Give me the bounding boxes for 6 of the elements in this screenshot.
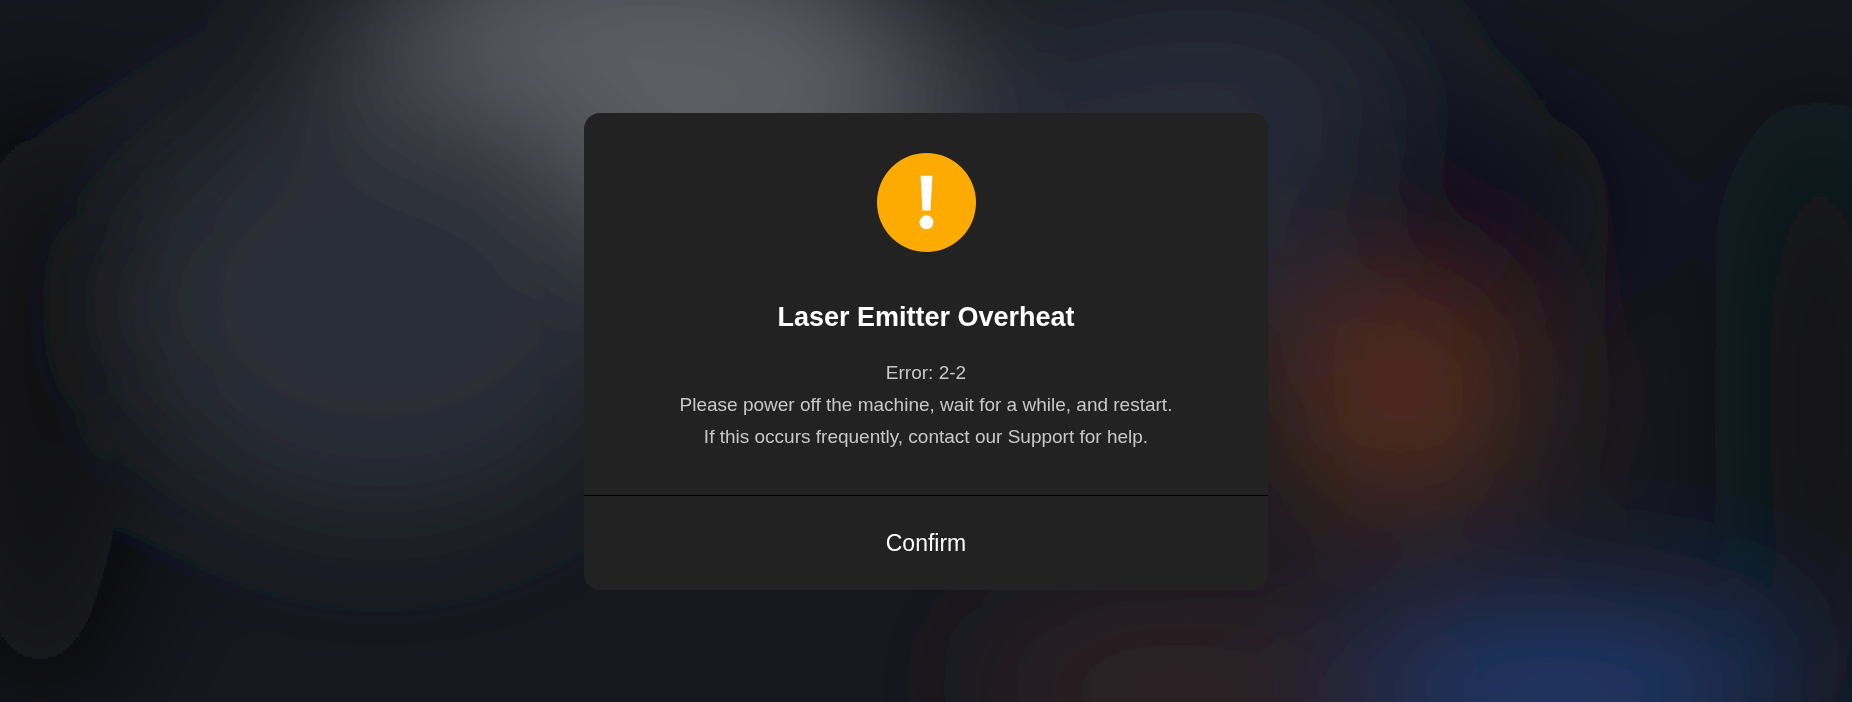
confirm-button[interactable]: Confirm — [584, 496, 1268, 590]
message-line: Error: 2-2 — [885, 361, 967, 385]
message-line: If this occurs frequently, contact our Support for help. — [703, 425, 1149, 449]
warning-icon — [876, 153, 976, 252]
dialog-title: Laser Emitter Overheat — [777, 301, 1075, 334]
message-line: Please power off the machine, wait for a while, and restart. — [679, 393, 1173, 417]
